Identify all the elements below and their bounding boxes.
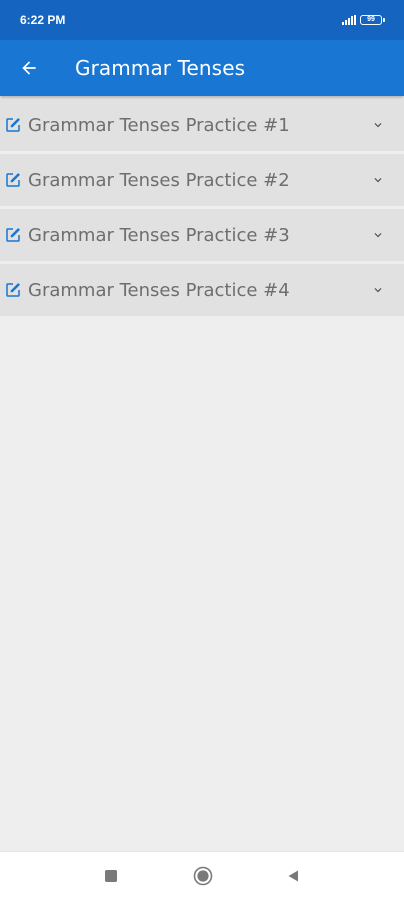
status-time: 6:22 PM (20, 13, 66, 27)
edit-icon (4, 115, 24, 135)
back-nav-button[interactable] (281, 864, 305, 888)
edit-icon (4, 280, 24, 300)
status-bar: 6:22 PM 99 (0, 0, 404, 40)
battery-level: 99 (367, 16, 375, 23)
edit-icon (4, 170, 24, 190)
signal-icon (342, 15, 356, 25)
list-item[interactable]: Grammar Tenses Practice #1 (0, 99, 404, 151)
list-item-label: Grammar Tenses Practice #4 (28, 279, 290, 301)
list-item[interactable]: Grammar Tenses Practice #4 (0, 264, 404, 316)
status-icons: 99 (342, 15, 385, 25)
recents-button[interactable] (99, 864, 123, 888)
battery-icon: 99 (360, 15, 385, 25)
arrow-back-icon (22, 61, 36, 75)
list-item[interactable]: Grammar Tenses Practice #2 (0, 154, 404, 206)
list-item[interactable]: Grammar Tenses Practice #3 (0, 209, 404, 261)
chevron-down-icon[interactable] (368, 115, 388, 135)
recents-square-icon (105, 870, 117, 882)
system-nav-bar (0, 851, 404, 900)
page-title: Grammar Tenses (75, 56, 246, 80)
list-item-label: Grammar Tenses Practice #1 (28, 114, 290, 136)
edit-icon (4, 225, 24, 245)
home-circle-icon (193, 866, 213, 886)
chevron-down-icon[interactable] (368, 170, 388, 190)
chevron-down-icon[interactable] (368, 280, 388, 300)
home-button[interactable] (191, 864, 215, 888)
back-triangle-icon (288, 870, 298, 882)
app-bar: Grammar Tenses (0, 40, 404, 96)
list-item-label: Grammar Tenses Practice #3 (28, 224, 290, 246)
practice-list: Grammar Tenses Practice #1 Grammar Tense… (0, 99, 404, 319)
chevron-down-icon[interactable] (368, 225, 388, 245)
list-item-label: Grammar Tenses Practice #2 (28, 169, 290, 191)
back-button[interactable] (0, 40, 58, 96)
